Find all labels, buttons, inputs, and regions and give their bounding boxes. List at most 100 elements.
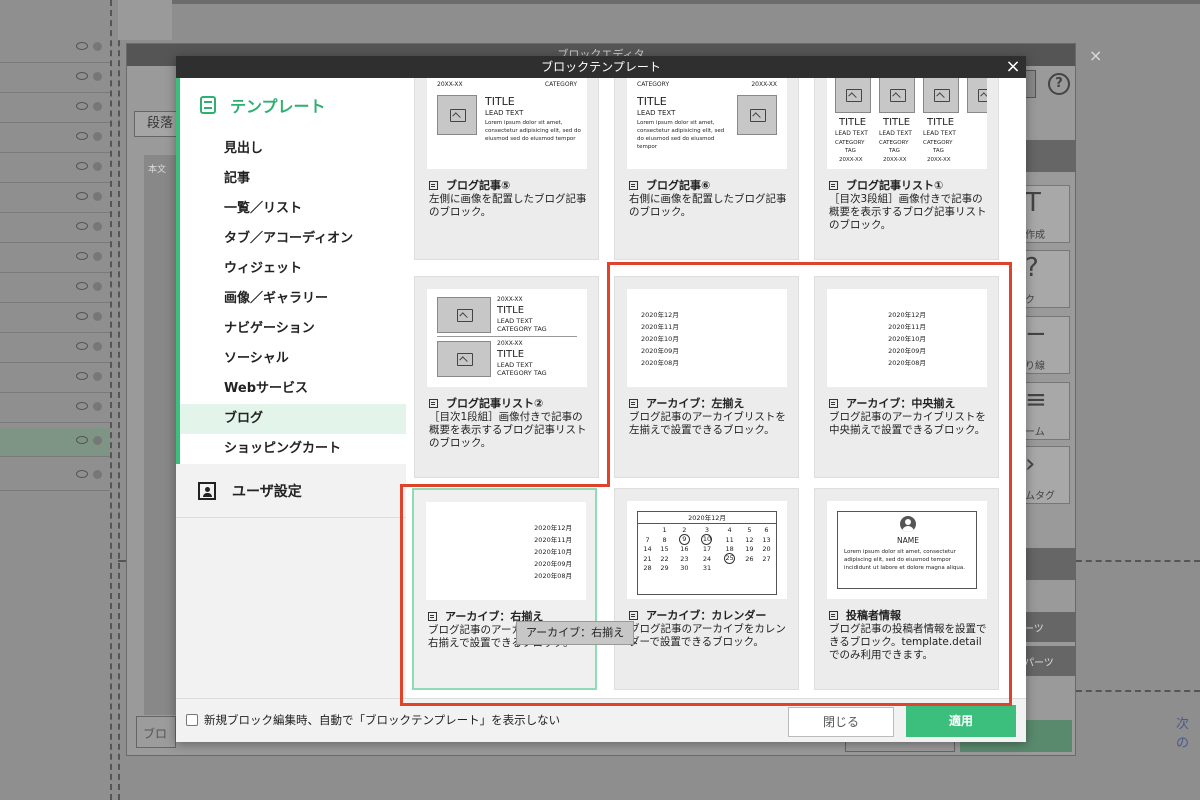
template-section-title[interactable]: テンプレート — [200, 92, 326, 118]
close-button[interactable]: 閉じる — [788, 707, 894, 737]
layer-row[interactable] — [0, 94, 110, 123]
template-card-blog-list-1[interactable]: TITLE TITLE TITLE LEAD TEXT LEAD TEXT LE… — [814, 78, 999, 260]
palette-label: り線 — [1025, 361, 1045, 372]
palette-item[interactable]: ? ク — [1024, 250, 1070, 308]
template-card-archive-center[interactable]: 2020年12月 2020年11月 2020年10月 2020年09月 2020… — [814, 276, 999, 478]
document-icon — [629, 398, 638, 408]
calendar-day-circled: 25 — [718, 553, 741, 564]
layer-row[interactable] — [0, 364, 110, 393]
palette-item[interactable]: ≡ ーム — [1024, 382, 1070, 440]
layer-row-selected[interactable] — [0, 428, 110, 457]
layer-row[interactable] — [0, 64, 110, 93]
close-icon[interactable]: × — [1089, 48, 1105, 64]
palette-item[interactable]: パーツ — [1024, 646, 1076, 676]
layer-row[interactable] — [0, 394, 110, 423]
category-item-headings[interactable]: 見出し — [180, 134, 406, 164]
layer-row[interactable] — [0, 184, 110, 213]
category-item-web-service[interactable]: Webサービス — [180, 374, 406, 404]
category-item-widget[interactable]: ウィジェット — [180, 254, 406, 284]
image-placeholder-icon — [437, 95, 477, 135]
card-title: アーカイブ：左揃え — [629, 395, 744, 411]
status-dot — [93, 102, 102, 111]
next-link[interactable]: 次の — [1176, 713, 1200, 751]
category-item-tab-accordion[interactable]: タブ／アコーディオン — [180, 224, 406, 254]
layer-row[interactable] — [0, 124, 110, 153]
card-title: アーカイブ：中央揃え — [829, 395, 955, 411]
calendar-frame: 2020年12月 1 2 3 4 5 6 7 8 9 10 11 12 13 1… — [637, 511, 777, 595]
category-item-navigation[interactable]: ナビゲーション — [180, 314, 406, 344]
eye-icon[interactable] — [76, 222, 88, 230]
eye-icon[interactable] — [76, 72, 88, 80]
template-card-archive-left[interactable]: 2020年12月 2020年11月 2020年10月 2020年09月 2020… — [614, 276, 799, 478]
card-description: ［目次1段組］画像付きで記事の概要を表示するブログ記事リストのブロック。 — [429, 411, 587, 449]
document-icon — [429, 398, 438, 408]
thumb-category: CATEGORY — [923, 140, 953, 146]
archive-month: 2020年12月 — [888, 311, 926, 319]
eye-icon[interactable] — [76, 132, 88, 140]
eye-icon[interactable] — [76, 470, 88, 478]
palette-item[interactable]: T 作成 — [1024, 185, 1070, 243]
layer-row[interactable] — [0, 274, 110, 303]
status-dot — [93, 192, 102, 201]
template-card-blog-article-5[interactable]: 20XX-XX CATEGORY TITLE LEAD TEXT Lorem i… — [414, 78, 599, 260]
calendar-day: 31 — [702, 564, 712, 572]
layer-row[interactable] — [0, 304, 110, 333]
eye-icon[interactable] — [76, 402, 88, 410]
author-name: NAME — [897, 536, 919, 545]
highlight-edge — [1009, 262, 1012, 706]
palette-item[interactable]: − り線 — [1024, 316, 1070, 374]
eye-icon[interactable] — [76, 372, 88, 380]
layer-row[interactable] — [0, 154, 110, 183]
layer-row[interactable] — [0, 334, 110, 363]
eye-icon[interactable] — [76, 102, 88, 110]
template-card-author-info[interactable]: NAME Lorem ipsum dolor sit amet, consect… — [814, 488, 999, 690]
card-thumbnail: 2020年12月 2020年11月 2020年10月 2020年09月 2020… — [426, 502, 586, 600]
layer-row[interactable] — [0, 244, 110, 273]
eye-icon[interactable] — [76, 252, 88, 260]
eye-icon[interactable] — [76, 192, 88, 200]
template-card-archive-right[interactable]: 2020年12月 2020年11月 2020年10月 2020年09月 2020… — [412, 488, 597, 690]
help-icon[interactable]: ? — [1048, 73, 1070, 95]
template-card-archive-calendar[interactable]: 2020年12月 1 2 3 4 5 6 7 8 9 10 11 12 13 1… — [614, 488, 799, 690]
user-settings-item[interactable]: ユーザ設定 — [176, 464, 406, 518]
card-description: ブログ記事のアーカイブリストを中央揃えで設置できるブロック。 — [829, 411, 986, 436]
hide-template-checkbox[interactable] — [186, 714, 198, 726]
category-item-shopping-cart[interactable]: ショッピングカート — [180, 434, 406, 464]
card-title-text: アーカイブ：左揃え — [646, 397, 745, 410]
close-icon[interactable]: × — [1004, 58, 1022, 76]
card-thumbnail: 20XX-XX TITLE LEAD TEXT CATEGORY TAG 20X… — [427, 289, 587, 387]
thumb-title: TITLE — [485, 95, 515, 108]
palette-item[interactable]: ーツ — [1024, 612, 1076, 642]
calendar-day: 13 — [762, 535, 771, 544]
eye-icon[interactable] — [76, 42, 88, 50]
layer-row[interactable] — [0, 34, 110, 63]
apply-button[interactable]: 適用 — [906, 705, 1016, 737]
template-card-blog-article-6[interactable]: CATEGORY 20XX-XX TITLE LEAD TEXT Lorem i… — [614, 78, 799, 260]
block-palette: T 作成 ? ク − り線 ≡ ーム › ムタグ ーツ パーツ — [1024, 140, 1076, 680]
category-item-blog[interactable]: ブログ — [180, 404, 406, 434]
eye-icon[interactable] — [76, 342, 88, 350]
eye-icon[interactable] — [76, 162, 88, 170]
card-description: ブログ記事のアーカイブをカレンダーで設置できるブロック。 — [629, 623, 786, 648]
category-item-list[interactable]: 一覧／リスト — [180, 194, 406, 224]
calendar-day: 23 — [680, 554, 689, 563]
palette-item[interactable]: › ムタグ — [1024, 446, 1070, 504]
calendar-day: 28 — [643, 564, 652, 572]
layer-row[interactable] — [0, 214, 110, 243]
paragraph-button[interactable]: 段落 — [134, 111, 180, 137]
category-item-gallery[interactable]: 画像／ギャラリー — [180, 284, 406, 314]
category-item-article[interactable]: 記事 — [180, 164, 406, 194]
palette-label: ーム — [1025, 427, 1045, 438]
archive-month: 2020年11月 — [641, 323, 679, 331]
eye-icon[interactable] — [76, 282, 88, 290]
block-input[interactable]: ブロ — [136, 716, 176, 748]
highlight-edge — [400, 484, 403, 706]
thumb-title: TITLE — [839, 117, 867, 128]
eye-icon[interactable] — [76, 436, 88, 444]
body-label: 本文 — [148, 165, 167, 175]
template-card-blog-list-2[interactable]: 20XX-XX TITLE LEAD TEXT CATEGORY TAG 20X… — [414, 276, 599, 478]
category-item-social[interactable]: ソーシャル — [180, 344, 406, 374]
layer-row[interactable] — [0, 462, 110, 491]
archive-month-list: 2020年12月 2020年11月 2020年10月 2020年09月 2020… — [827, 309, 987, 369]
eye-icon[interactable] — [76, 312, 88, 320]
